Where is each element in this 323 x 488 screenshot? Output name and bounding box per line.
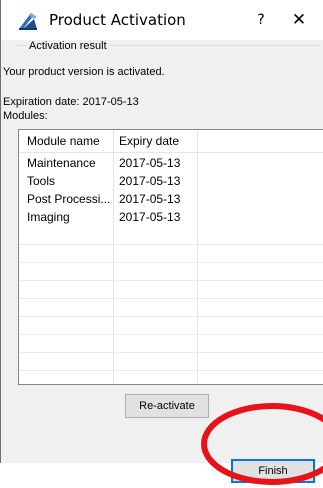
row-divider bbox=[19, 244, 323, 245]
row-divider bbox=[19, 334, 323, 335]
help-button[interactable]: ? bbox=[249, 8, 273, 32]
product-activation-dialog: Product Activation ? ✕ Activation result… bbox=[0, 0, 323, 485]
row-divider bbox=[19, 280, 323, 281]
table-row-expiry[interactable]: 2017-05-13 bbox=[119, 172, 180, 190]
group-legend: Activation result bbox=[27, 40, 109, 52]
table-row-expiry[interactable]: 2017-05-13 bbox=[119, 190, 180, 208]
close-button[interactable]: ✕ bbox=[285, 8, 313, 32]
table-row-expiry[interactable]: 2017-05-13 bbox=[119, 208, 180, 226]
activation-status-text: Your product version is activated. bbox=[3, 66, 165, 78]
expiration-date-text: Expiration date: 2017-05-13 bbox=[3, 96, 139, 108]
column-header-module-name[interactable]: Module name bbox=[27, 130, 100, 152]
row-divider bbox=[19, 316, 323, 317]
row-divider bbox=[19, 352, 323, 353]
table-row-module[interactable]: Post Processi... bbox=[27, 190, 111, 208]
title-bar[interactable]: Product Activation ? ✕ bbox=[1, 0, 323, 40]
column-header-expiry-date[interactable]: Expiry date bbox=[119, 130, 179, 152]
table-row-module[interactable]: Maintenance bbox=[27, 154, 111, 172]
table-header: Module name Expiry date bbox=[19, 130, 323, 153]
modules-label: Modules: bbox=[3, 110, 48, 122]
column-separator bbox=[113, 130, 114, 384]
row-divider bbox=[19, 262, 323, 263]
table-row-module[interactable]: Imaging bbox=[27, 208, 111, 226]
window-title: Product Activation bbox=[49, 11, 186, 29]
table-row-expiry[interactable]: 2017-05-13 bbox=[119, 154, 180, 172]
row-divider bbox=[19, 370, 323, 371]
row-divider bbox=[19, 298, 323, 299]
table-row-module[interactable]: Tools bbox=[27, 172, 111, 190]
product-activation-icon bbox=[19, 13, 37, 30]
column-separator bbox=[197, 130, 198, 384]
reactivate-button[interactable]: Re-activate bbox=[125, 394, 209, 418]
modules-table[interactable]: Module name Expiry date Maintenance 2017… bbox=[18, 129, 323, 385]
